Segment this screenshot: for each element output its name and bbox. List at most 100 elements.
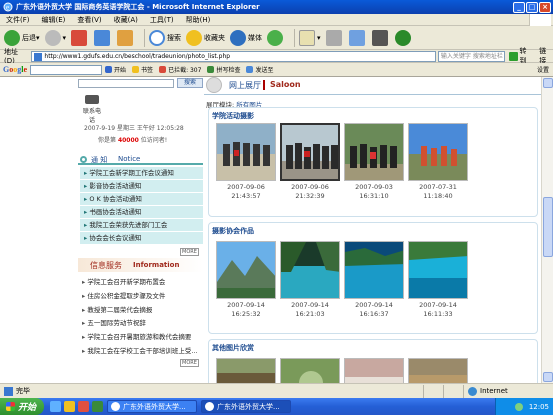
search-label: 搜索	[167, 33, 182, 42]
menu-file[interactable]: 文件(F)	[6, 15, 30, 25]
section-title[interactable]: 其他图片欣赏	[212, 343, 254, 353]
spellcheck-button[interactable]: 拼写检查	[207, 65, 240, 74]
info-more-link[interactable]: MORE	[180, 359, 199, 367]
info-item[interactable]: 学院工会召开暑期旅游和教代会摘要	[82, 331, 203, 345]
favorites-label: 收藏夹	[204, 33, 226, 42]
notice-bullet-icon	[80, 156, 87, 163]
start-button[interactable]: 开始	[0, 398, 44, 415]
forward-button[interactable]: ▾	[44, 29, 66, 46]
messenger-button[interactable]	[394, 29, 413, 46]
photo-thumbnail[interactable]	[344, 358, 404, 383]
search-button[interactable]: 搜索	[149, 29, 182, 46]
media-label: 媒体	[248, 33, 263, 42]
menu-favorites[interactable]: 收藏(A)	[114, 15, 138, 25]
popup-blocked-button[interactable]: 已拦截: 307	[159, 65, 201, 74]
photo-thumbnail[interactable]	[408, 358, 468, 383]
refresh-icon	[94, 29, 111, 46]
messenger-icon	[394, 29, 411, 46]
stop-button[interactable]	[71, 29, 89, 46]
notice-item[interactable]: 书画协会活动通知	[80, 206, 203, 219]
menu-tools[interactable]: 工具(T)	[150, 15, 174, 25]
taskbar-window-button[interactable]: 广东外语外贸大学...	[107, 400, 197, 413]
mail-icon	[299, 29, 316, 46]
photo-thumbnail[interactable]	[408, 241, 468, 299]
explorer-quicklaunch-icon[interactable]	[64, 401, 75, 412]
notice-item[interactable]: 协会会长会议通知	[80, 232, 203, 245]
security-zone[interactable]: Internet	[463, 384, 553, 398]
photo-thumbnail[interactable]	[408, 123, 468, 181]
home-button[interactable]	[117, 29, 135, 46]
spellcheck-icon	[207, 66, 215, 73]
photo-thumbnail[interactable]	[216, 123, 276, 181]
notice-more-link[interactable]: MORE	[180, 248, 199, 256]
menu-edit[interactable]: 编辑(E)	[42, 15, 66, 25]
notice-item[interactable]: 影音协会活动通知	[80, 180, 203, 193]
section-title[interactable]: 学院活动摄影	[212, 111, 254, 121]
edit-button[interactable]	[348, 29, 367, 46]
notice-item[interactable]: 学院工会新学期工作会议通知	[80, 167, 203, 180]
minimize-button[interactable]: _	[513, 1, 525, 13]
send-to-button[interactable]: 发送至	[246, 65, 273, 74]
menu-help[interactable]: 帮助(H)	[186, 15, 211, 25]
bookmarks-label: 书签	[141, 67, 154, 74]
scroll-up-button[interactable]	[543, 78, 553, 88]
url-input[interactable]: http://www1.gdufs.edu.cn/beschool/tradeu…	[31, 50, 436, 62]
info-item[interactable]: 五一国际劳动节祝辞	[82, 317, 203, 331]
window-title: 广东外语外贸大学 国际商务英语学院工会 - Microsoft Internet…	[16, 3, 260, 11]
photo-thumbnail[interactable]	[280, 241, 340, 299]
menu-view[interactable]: 查看(V)	[77, 15, 101, 25]
media-button[interactable]: 媒体	[230, 29, 263, 46]
photo-thumbnail[interactable]	[344, 123, 404, 181]
info-item[interactable]: 住房公积金提取步骤及文件	[82, 290, 203, 304]
back-label: 后退	[22, 33, 36, 42]
site-search-button[interactable]: 搜索	[177, 78, 203, 88]
google-settings-button[interactable]: 设置	[537, 65, 549, 74]
page-content: 搜索 联系电话 2007-9-19 星期三 王午好 12:05:28 你是第 4…	[0, 77, 541, 383]
close-button[interactable]: ×	[539, 1, 551, 13]
notice-list: 学院工会新学期工作会议通知 影音协会活动通知 O K 协会活动通知 书画协会活动…	[80, 167, 203, 245]
google-search-input[interactable]	[30, 64, 103, 75]
address-bar: 地址(D) http://www1.gdufs.edu.cn/beschool/…	[0, 47, 553, 65]
notice-item[interactable]: 我院工会荣获先进部门工会	[80, 219, 203, 232]
address-search-input[interactable]: 输入关键字 搜索地址栏	[437, 50, 505, 62]
current-datetime: 2007-9-19 星期三 王午好 12:05:28	[84, 125, 184, 132]
network-tray-icon[interactable]	[514, 402, 523, 411]
back-button[interactable]: 后退 ▾	[4, 29, 40, 46]
history-button[interactable]	[267, 29, 285, 46]
ie-window-icon	[111, 402, 120, 411]
ie-quicklaunch-icon[interactable]	[50, 401, 61, 412]
google-bookmarks-button[interactable]: 书签	[132, 65, 153, 74]
photo-thumbnail[interactable]	[280, 358, 340, 383]
refresh-button[interactable]	[94, 29, 112, 46]
print-button[interactable]	[325, 29, 344, 46]
taskbar-window-button-active[interactable]: 广东外语外贸大学...	[201, 400, 291, 413]
notice-item[interactable]: O K 协会活动通知	[80, 193, 203, 206]
media-quicklaunch-icon[interactable]	[78, 401, 89, 412]
info-item[interactable]: 学院工会召开新学期布置会	[82, 276, 203, 290]
photo-thumbnail[interactable]	[280, 123, 340, 181]
right-column: 网上展厅 Saloon 展厅模块: 所有图片 学院活动摄影 2007-09-06…	[204, 77, 541, 383]
discuss-button[interactable]	[371, 29, 390, 46]
site-search-input[interactable]	[78, 78, 174, 88]
desktop-quicklaunch-icon[interactable]	[92, 401, 103, 412]
photo-thumbnail[interactable]	[216, 358, 276, 383]
notice-header: 通 知 Notice	[78, 155, 203, 165]
section-title[interactable]: 摄影协会作品	[212, 226, 254, 236]
google-start-button[interactable]: 开始	[105, 65, 126, 74]
info-item[interactable]: 教授第二届荣代会摘报	[82, 304, 203, 318]
scroll-down-button[interactable]	[543, 372, 553, 382]
photo-caption: 2007-09-14 16:11:33	[419, 301, 457, 318]
contact-phone[interactable]: 联系电话	[81, 95, 103, 124]
photo-caption: 2007-09-03 16:31:10	[355, 183, 393, 200]
mail-button[interactable]: ▾	[299, 29, 321, 46]
info-item[interactable]: 我院工会在学校工会干部培训班上受...	[82, 345, 203, 359]
toolbar: 后退 ▾ ▾ 搜索 收藏夹 媒体 ▾	[0, 26, 553, 50]
photo-thumbnail[interactable]	[344, 241, 404, 299]
vertical-scrollbar[interactable]	[541, 77, 553, 383]
maximize-button[interactable]: □	[526, 1, 538, 13]
scroll-thumb[interactable]	[543, 197, 553, 257]
status-text: 完毕	[16, 387, 30, 395]
favorites-button[interactable]: 收藏夹	[186, 29, 226, 46]
info-title-cn: 信息服务	[90, 261, 122, 270]
photo-thumbnail[interactable]	[216, 241, 276, 299]
